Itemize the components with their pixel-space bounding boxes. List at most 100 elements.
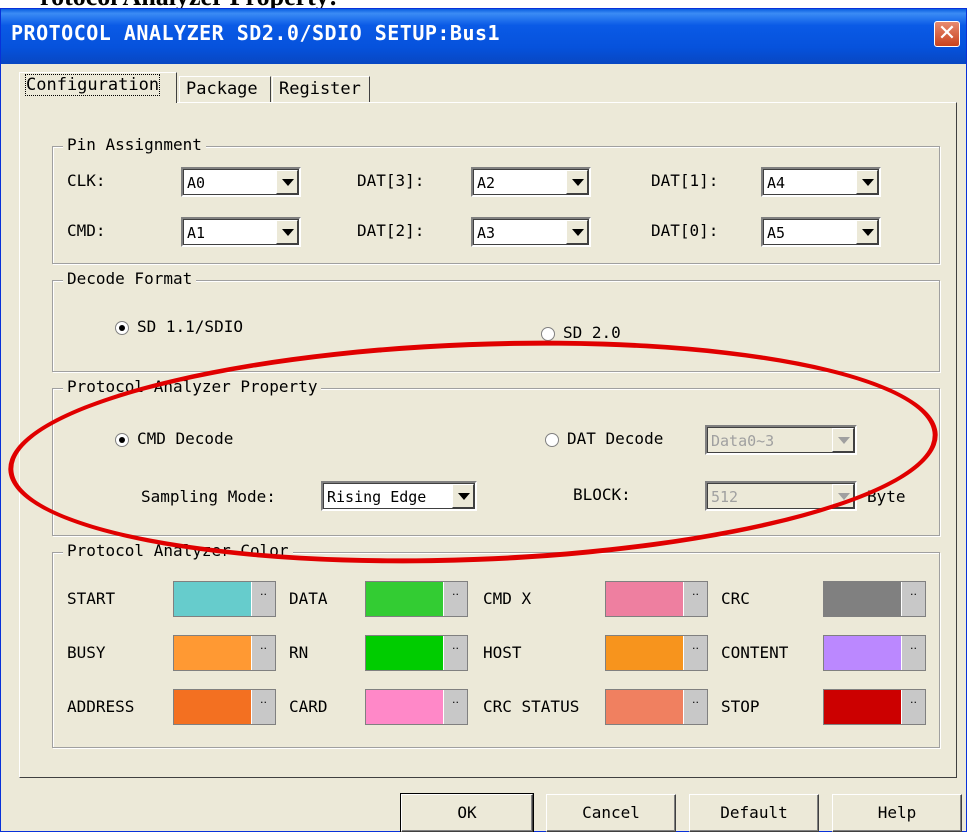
chevron-down-icon[interactable] <box>832 428 854 452</box>
ellipsis-icon[interactable]: ·· <box>443 582 467 616</box>
color-picker-button[interactable]: ·· <box>823 689 926 725</box>
chevron-down-icon[interactable] <box>856 170 878 194</box>
tab-package[interactable]: Package <box>179 76 271 102</box>
analyzer-color-group: Protocol Analyzer Color START ·· DATA ·· CMD… <box>52 541 940 748</box>
ellipsis-icon[interactable]: ·· <box>443 690 467 724</box>
block-label: BLOCK: <box>573 485 631 504</box>
dat0-label: DAT[0]: <box>651 221 719 240</box>
color-picker-button[interactable]: ·· <box>605 635 708 671</box>
color-picker-button[interactable]: ·· <box>605 689 708 725</box>
setup-dialog: PROTOCOL ANALYZER SD2.0/SDIO SETUP:Bus1 … <box>0 8 967 832</box>
dat3-label: DAT[3]: <box>357 171 425 190</box>
chevron-down-icon[interactable] <box>566 170 588 194</box>
dat3-select[interactable]: A2 <box>471 167 591 197</box>
color-picker-button[interactable]: ·· <box>365 689 468 725</box>
sd20-radio[interactable] <box>541 327 555 341</box>
ellipsis-icon[interactable]: ·· <box>683 690 707 724</box>
color-label: DATA <box>289 589 328 608</box>
color-label: STOP <box>721 697 760 716</box>
sd20-label[interactable]: SD 2.0 <box>563 323 621 342</box>
clk-label: CLK: <box>67 171 106 190</box>
color-fill <box>606 582 684 616</box>
cmd-select[interactable]: A1 <box>181 217 301 247</box>
color-fill <box>824 690 902 724</box>
configuration-pane: Pin Assignment CLK: A0 DAT[3]: A2 DAT[1]… <box>19 102 957 778</box>
default-button[interactable]: Default <box>689 794 819 832</box>
color-label: CMD X <box>483 589 532 608</box>
color-picker-button[interactable]: ·· <box>173 581 276 617</box>
dat1-label: DAT[1]: <box>651 171 719 190</box>
color-label: START <box>67 589 116 608</box>
pin-assignment-group: Pin Assignment CLK: A0 DAT[3]: A2 DAT[1]… <box>52 135 940 264</box>
ellipsis-icon[interactable]: ·· <box>251 636 275 670</box>
dat1-select[interactable]: A4 <box>761 167 881 197</box>
cmd-label: CMD: <box>67 221 106 240</box>
decode-format-title: Decode Format <box>63 269 197 288</box>
analyzer-property-title: Protocol Analyzer Property <box>63 377 322 396</box>
color-label: CRC STATUS <box>483 697 580 716</box>
color-label: RN <box>289 643 309 662</box>
dat2-label: DAT[2]: <box>357 221 425 240</box>
ellipsis-icon[interactable]: ·· <box>443 636 467 670</box>
block-select[interactable]: 512 <box>705 481 857 511</box>
chevron-down-icon[interactable] <box>276 170 298 194</box>
color-picker-button[interactable]: ·· <box>365 635 468 671</box>
color-fill <box>606 690 684 724</box>
dat0-select[interactable]: A5 <box>761 217 881 247</box>
color-fill <box>174 690 252 724</box>
block-unit: Byte <box>867 487 906 506</box>
ellipsis-icon[interactable]: ·· <box>251 582 275 616</box>
chevron-down-icon[interactable] <box>856 220 878 244</box>
color-label: CONTENT <box>721 643 789 662</box>
ellipsis-icon[interactable]: ·· <box>901 636 925 670</box>
color-label: CRC <box>721 589 750 608</box>
sd11-label[interactable]: SD 1.1/SDIO <box>137 317 243 336</box>
color-fill <box>366 582 444 616</box>
dat-decode-radio[interactable] <box>545 433 559 447</box>
cancel-button[interactable]: Cancel <box>546 794 676 832</box>
color-picker-button[interactable]: ·· <box>365 581 468 617</box>
sampling-mode-select[interactable]: Rising Edge <box>321 481 477 511</box>
cmd-decode-label[interactable]: CMD Decode <box>137 429 233 448</box>
help-button[interactable]: Help <box>832 794 962 832</box>
pin-assignment-title: Pin Assignment <box>63 135 206 154</box>
color-label: HOST <box>483 643 522 662</box>
color-label: ADDRESS <box>67 697 135 716</box>
dat-lines-select[interactable]: Data0~3 <box>705 425 857 455</box>
ellipsis-icon[interactable]: ·· <box>901 690 925 724</box>
color-fill <box>366 636 444 670</box>
sd11-radio[interactable] <box>115 321 129 335</box>
clk-select[interactable]: A0 <box>181 167 301 197</box>
decode-format-group: Decode Format SD 1.1/SDIO SD 2.0 <box>52 269 940 372</box>
ok-button[interactable]: OK <box>400 793 534 832</box>
color-fill <box>824 582 902 616</box>
analyzer-property-group: Protocol Analyzer Property CMD Decode DA… <box>52 377 940 536</box>
sampling-mode-label: Sampling Mode: <box>141 487 276 506</box>
window-title: PROTOCOL ANALYZER SD2.0/SDIO SETUP:Bus1 <box>11 21 501 45</box>
chevron-down-icon[interactable] <box>832 484 854 508</box>
chevron-down-icon[interactable] <box>452 484 474 508</box>
color-fill <box>366 690 444 724</box>
title-bar[interactable]: PROTOCOL ANALYZER SD2.0/SDIO SETUP:Bus1 … <box>1 9 966 64</box>
close-button[interactable]: ✕ <box>934 21 960 47</box>
color-picker-button[interactable]: ·· <box>823 581 926 617</box>
color-fill <box>824 636 902 670</box>
color-picker-button[interactable]: ·· <box>173 635 276 671</box>
color-fill <box>606 636 684 670</box>
ellipsis-icon[interactable]: ·· <box>901 582 925 616</box>
ellipsis-icon[interactable]: ·· <box>251 690 275 724</box>
chevron-down-icon[interactable] <box>276 220 298 244</box>
color-label: BUSY <box>67 643 106 662</box>
ellipsis-icon[interactable]: ·· <box>683 582 707 616</box>
cmd-decode-radio[interactable] <box>115 433 129 447</box>
color-fill <box>174 582 252 616</box>
color-picker-button[interactable]: ·· <box>605 581 708 617</box>
ellipsis-icon[interactable]: ·· <box>683 636 707 670</box>
color-picker-button[interactable]: ·· <box>173 689 276 725</box>
color-picker-button[interactable]: ·· <box>823 635 926 671</box>
chevron-down-icon[interactable] <box>566 220 588 244</box>
tab-register[interactable]: Register <box>272 76 370 102</box>
tab-configuration[interactable]: Configuration <box>19 72 177 103</box>
dat-decode-label[interactable]: DAT Decode <box>567 429 663 448</box>
dat2-select[interactable]: A3 <box>471 217 591 247</box>
